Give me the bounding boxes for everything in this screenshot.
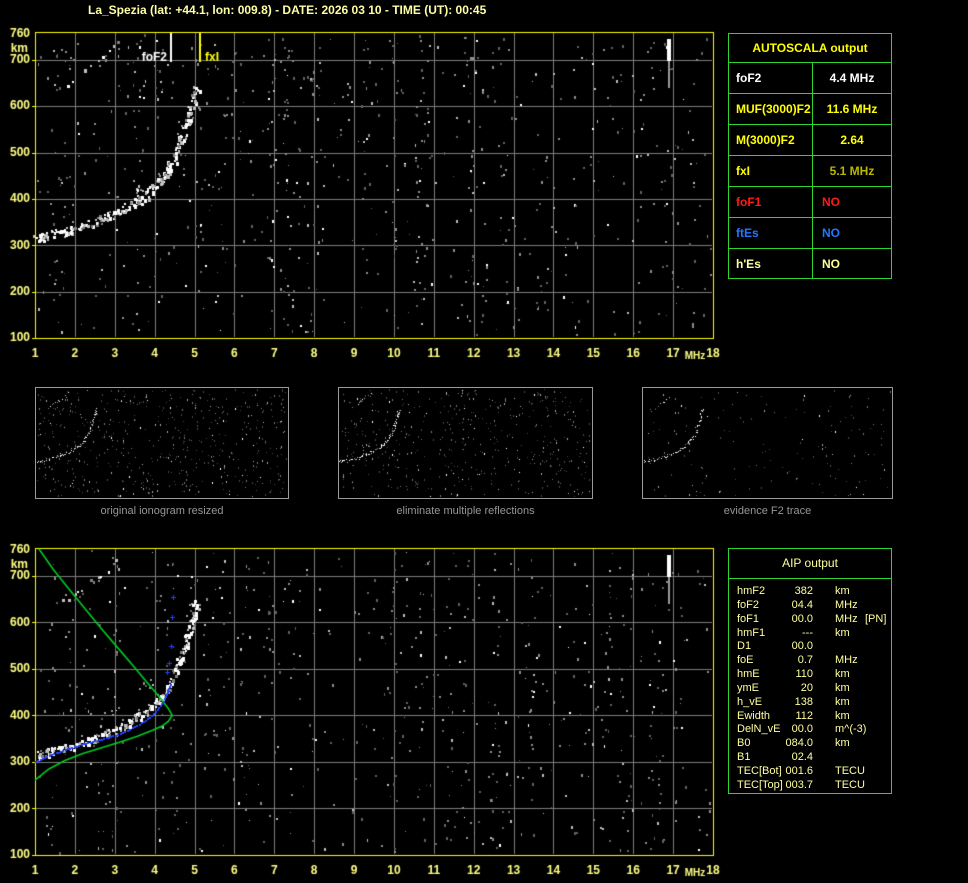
aip-unit: km [835,737,850,750]
autoscala-param-value: 11.6 MHz [826,102,878,116]
autoscala-param-value: NO [822,195,840,209]
aip-row: B1 02.4 [729,751,891,765]
autoscala-row: foF2 4.4 MHz [729,63,891,94]
aip-unit: km [835,668,850,681]
autoscala-row: ftEs NO [729,218,891,249]
aip-unit: km [835,695,850,708]
aip-panel-title: AIP output [729,549,891,579]
aip-unit: km [835,681,850,694]
thumbnail-original-ionogram [35,387,289,499]
autoscala-table: foF2 4.4 MHz MUF(3000)F2 11.6 MHz M(3000)F2 2… [729,63,891,279]
autoscala-param-label: fxI [729,156,813,186]
autoscala-row: M(3000)F2 2.64 [729,125,891,156]
aip-value: 382 [794,585,813,597]
aip-value: 001.6 [785,764,813,777]
aip-unit: m^(-3) [835,723,867,736]
aip-value: 20 [800,681,813,694]
aip-row: hmF2 382 km [729,585,891,599]
autoscala-output-panel: AUTOSCALA output foF2 4.4 MHz MUF(3000)F2 1… [728,33,892,279]
autoscala-panel-title: AUTOSCALA output [729,34,891,63]
thumbnail-eliminate-reflections [338,387,593,499]
aip-param: foF2 [737,598,760,611]
aip-value: 04.4 [791,598,813,611]
aip-unit: km [835,585,850,597]
aip-output-panel: AIP output hmF2 382 km foF2 04.4 MHz foF1 00.0 M… [728,548,892,794]
thumbnail-caption: evidence F2 trace [723,505,812,517]
aip-row: ymE 20 km [729,682,891,696]
aip-row: foF1 00.0 MHz [PN] [729,613,891,627]
autoscala-param-value: 4.4 MHz [829,71,875,85]
aip-value: 0.7 [797,654,813,667]
aip-value: --- [802,626,813,639]
aip-value: 00.0 [791,640,813,653]
aip-unit: MHz [835,612,858,625]
aip-value: 00.0 [791,723,813,736]
aip-row: DelN_vE 00.0 m^(-3) [729,723,891,737]
autoscala-param-value: NO [822,257,840,271]
thumbnail-evidence-f2-trace [642,387,893,499]
aip-param: D1 [737,640,752,653]
autoscala-param-label: M(3000)F2 [729,125,813,155]
autoscala-row: foF1 NO [729,187,891,218]
aip-row: B0 084.0 km [729,737,891,751]
aip-value: 02.4 [791,751,813,764]
aip-value: 138 [794,695,813,708]
aip-row: TEC[Top] 003.7 TECU [729,779,891,793]
aip-value: 084.0 [785,737,813,750]
aip-param: foE [737,654,754,667]
station-date-title: La_Spezia (lat: +44.1, lon: 009.8) - DAT… [88,3,487,17]
thumbnail-caption: eliminate multiple reflections [396,505,535,517]
aip-param: foF1 [737,612,760,625]
aip-row: hmE 110 km [729,668,891,682]
autoscala-param-label: MUF(3000)F2 [729,94,813,124]
aip-row: hmF1 --- km [729,627,891,641]
autoscala-row: MUF(3000)F2 11.6 MHz [729,94,891,125]
aip-param: hmE [737,668,760,681]
aip-unit: MHz [835,598,858,611]
top-ionogram-plot [0,20,745,368]
autoscala-param-value: 5.1 MHz [829,164,875,178]
aip-row: TEC[Bot] 001.6 TECU [729,765,891,779]
aip-row: h_vE 138 km [729,696,891,710]
aip-value: 00.0 [791,612,813,625]
autoscala-param-value: NO [822,226,840,240]
aip-unit: km [835,709,850,722]
autoscala-row: fxI 5.1 MHz [729,156,891,187]
aip-unit: MHz [835,654,858,667]
autoscala-param-label: foF1 [729,187,813,217]
aip-value: 112 [795,709,813,722]
aip-row: foE 0.7 MHz [729,654,891,668]
aip-param: B1 [737,751,751,764]
autoscala-window: La_Spezia (lat: +44.1, lon: 009.8) - DAT… [0,0,968,883]
autoscala-param-label: h'Es [729,249,813,279]
aip-unit: km [835,626,850,639]
autoscala-param-value: 2.64 [840,133,864,147]
aip-value: 110 [795,668,813,681]
thumbnail-caption: original ionogram resized [100,505,224,517]
aip-value: 003.7 [785,778,813,791]
autoscala-param-label: ftEs [729,218,813,248]
aip-row: D1 00.0 [729,640,891,654]
aip-row: foF2 04.4 MHz [729,599,891,613]
autoscala-row: h'Es NO [729,249,891,279]
aip-note: [PN] [865,612,887,625]
bottom-ionogram-plot [0,540,745,883]
aip-param: ymE [737,681,759,694]
autoscala-param-label: foF2 [729,63,813,93]
aip-unit: TECU [835,764,865,777]
aip-row: Ewidth 112 km [729,710,891,724]
aip-param: B0 [737,737,751,750]
aip-unit: TECU [835,778,865,791]
aip-table: hmF2 382 km foF2 04.4 MHz foF1 00.0 MHz [PN] hmF1-… [729,579,891,793]
